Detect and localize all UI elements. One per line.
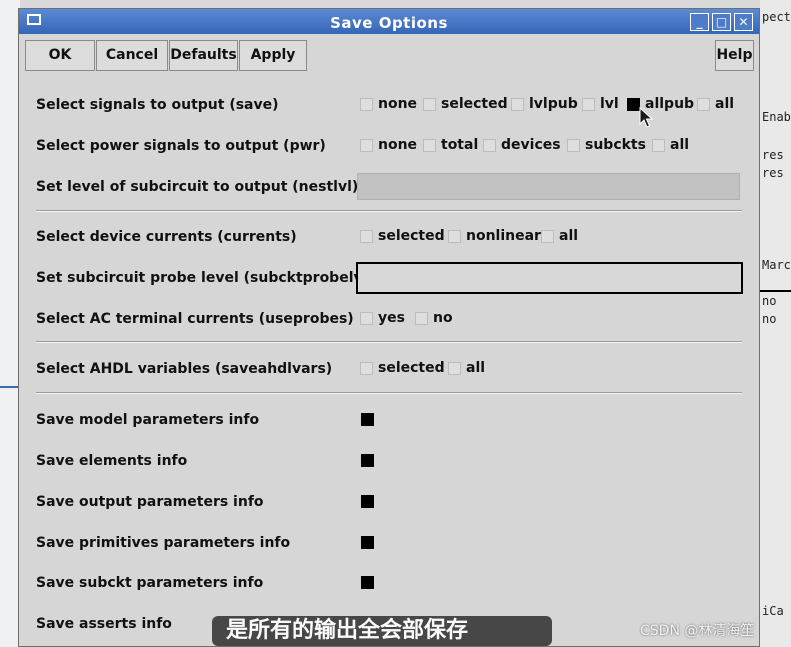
subcktprobelvl-label: Set subcircuit probe level (subcktprobel…: [36, 270, 374, 286]
saveahdlvars-option-label: all: [466, 360, 486, 376]
saveahdlvars-label: Select AHDL variables (saveahdlvars): [36, 361, 333, 377]
currents-option-label: selected: [378, 228, 445, 244]
currents-all-checkbox[interactable]: [541, 230, 554, 243]
help-button[interactable]: Help: [715, 40, 754, 71]
useprobes-label: Select AC terminal currents (useprobes): [36, 311, 354, 327]
pwr-label: Select power signals to output (pwr): [36, 138, 326, 154]
background-text: iCa: [762, 604, 784, 618]
section-divider: [36, 210, 742, 212]
background-text: pect: [762, 10, 791, 24]
cancel-button[interactable]: Cancel: [96, 40, 168, 71]
save-elements-checkbox[interactable]: [361, 454, 374, 467]
pwr-total-checkbox[interactable]: [423, 139, 436, 152]
save-lvl-checkbox[interactable]: [582, 98, 595, 111]
save-option-label: lvlpub: [529, 96, 578, 112]
currents-label: Select device currents (currents): [36, 229, 297, 245]
save-subckt-parameters-checkbox[interactable]: [361, 576, 374, 589]
saveahdlvars-option-label: selected: [378, 360, 445, 376]
section-divider: [36, 392, 742, 394]
pwr-none-checkbox[interactable]: [360, 139, 373, 152]
section-divider: [36, 341, 742, 343]
currents-nonlinear-checkbox[interactable]: [448, 230, 461, 243]
save-subckt-parameters-label: Save subckt parameters info: [36, 575, 264, 591]
save-model-parameters-checkbox[interactable]: [361, 413, 374, 426]
subcktprobelvl-field[interactable]: [356, 262, 743, 294]
save-primitives-parameters-checkbox[interactable]: [361, 536, 374, 549]
useprobes-option-label: no: [433, 310, 453, 326]
save-lvlpub-checkbox[interactable]: [511, 98, 524, 111]
save-elements-label: Save elements info: [36, 453, 188, 469]
currents-option-label: all: [559, 228, 579, 244]
title-bar[interactable]: Save Options _ □ ✕: [19, 9, 759, 34]
maximize-button[interactable]: □: [712, 13, 731, 31]
saveahdlvars-selected-checkbox[interactable]: [360, 362, 373, 375]
currents-selected-checkbox[interactable]: [360, 230, 373, 243]
toolbar: OK Cancel Defaults Apply Help: [19, 34, 759, 76]
background-text: res: [762, 166, 784, 180]
save-option-label: lvl: [600, 96, 619, 112]
pwr-option-label: all: [670, 137, 690, 153]
save-all-checkbox[interactable]: [697, 98, 710, 111]
pwr-all-checkbox[interactable]: [652, 139, 665, 152]
subtitle-caption: 是所有的输出全会部保存: [212, 616, 552, 646]
background-text: no: [762, 294, 777, 308]
save-selected-checkbox[interactable]: [423, 98, 436, 111]
save-options-dialog: Save Options _ □ ✕ OK Cancel Defaults Ap…: [18, 8, 760, 647]
mouse-pointer-icon: [639, 107, 653, 128]
background-text: Enab: [762, 110, 791, 124]
background-window-right: pect Enab res res Marc no no iCa: [760, 0, 791, 647]
save-label: Select signals to output (save): [36, 97, 279, 113]
save-output-parameters-label: Save output parameters info: [36, 494, 264, 510]
background-divider: [760, 290, 791, 292]
close-button[interactable]: ✕: [734, 13, 753, 31]
pwr-option-label: total: [441, 137, 479, 153]
save-none-checkbox[interactable]: [360, 98, 373, 111]
save-asserts-label: Save asserts info: [36, 616, 172, 632]
nestlvl-label: Set level of subcircuit to output (nestl…: [36, 179, 359, 195]
background-text: no: [762, 312, 777, 326]
pwr-option-label: subckts: [585, 137, 646, 153]
pwr-devices-checkbox[interactable]: [483, 139, 496, 152]
background-text: res: [762, 148, 784, 162]
save-option-label: selected: [441, 96, 508, 112]
currents-option-label: nonlinear: [466, 228, 541, 244]
save-option-label: none: [378, 96, 418, 112]
pwr-option-label: devices: [501, 137, 561, 153]
background-text: Marc: [762, 258, 791, 272]
ok-button[interactable]: OK: [25, 40, 95, 71]
save-model-parameters-label: Save model parameters info: [36, 412, 260, 428]
save-option-label: all: [715, 96, 735, 112]
background-divider: [0, 386, 20, 388]
watermark: CSDN @林清海笙: [640, 623, 755, 639]
save-primitives-parameters-label: Save primitives parameters info: [36, 535, 291, 551]
background-window-left: [0, 0, 20, 647]
useprobes-no-checkbox[interactable]: [415, 312, 428, 325]
pwr-subckts-checkbox[interactable]: [567, 139, 580, 152]
pwr-option-label: none: [378, 137, 418, 153]
saveahdlvars-all-checkbox[interactable]: [448, 362, 461, 375]
minimize-button[interactable]: _: [690, 13, 709, 31]
save-output-parameters-checkbox[interactable]: [361, 495, 374, 508]
useprobes-option-label: yes: [378, 310, 405, 326]
defaults-button[interactable]: Defaults: [169, 40, 238, 71]
window-title: Save Options: [330, 14, 448, 32]
nestlvl-field[interactable]: [357, 173, 740, 200]
apply-button[interactable]: Apply: [239, 40, 307, 71]
useprobes-yes-checkbox[interactable]: [360, 312, 373, 325]
